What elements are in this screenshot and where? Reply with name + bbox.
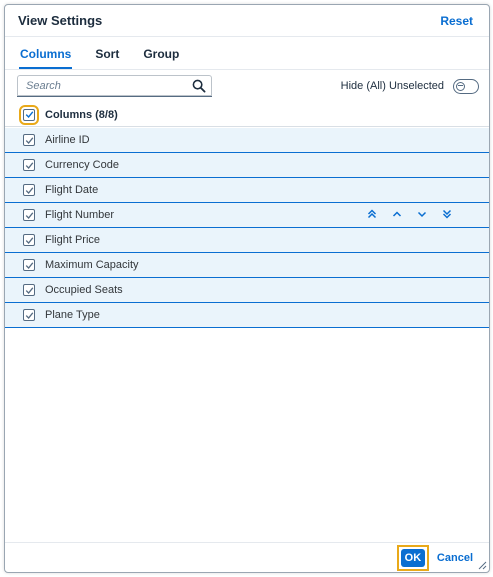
checkmark-icon xyxy=(25,261,33,269)
move-to-top-icon[interactable] xyxy=(366,208,378,220)
item-checkbox[interactable] xyxy=(23,134,35,146)
checkmark-icon xyxy=(25,286,33,294)
tab-group[interactable]: Group xyxy=(142,47,180,69)
item-label: Currency Code xyxy=(45,159,119,171)
list-item[interactable]: Currency Code xyxy=(5,153,489,178)
checkmark-icon xyxy=(25,161,33,169)
checkmark-icon xyxy=(25,186,33,194)
select-all-row[interactable]: Columns (8/8) xyxy=(5,103,489,127)
item-checkbox[interactable] xyxy=(23,209,35,221)
item-checkbox[interactable] xyxy=(23,234,35,246)
item-label: Flight Date xyxy=(45,184,99,196)
reset-button[interactable]: Reset xyxy=(440,14,473,28)
item-checkbox[interactable] xyxy=(23,259,35,271)
hide-unselected-label: Hide (All) Unselected xyxy=(340,80,444,92)
hide-unselected-switch[interactable] xyxy=(453,78,479,94)
list-item[interactable]: Flight Price xyxy=(5,228,489,253)
item-checkbox[interactable] xyxy=(23,184,35,196)
select-all-label: Columns (8/8) xyxy=(45,108,118,121)
item-label: Plane Type xyxy=(45,309,100,321)
switch-off-icon xyxy=(458,84,463,86)
move-to-bottom-icon[interactable] xyxy=(441,208,453,220)
select-all-checkbox[interactable] xyxy=(19,104,39,125)
checkmark-icon xyxy=(25,136,33,144)
hide-unselected-control: Hide (All) Unselected xyxy=(340,78,479,94)
ok-button-highlight: OK xyxy=(396,544,429,571)
item-checkbox[interactable] xyxy=(23,159,35,171)
item-label: Maximum Capacity xyxy=(45,259,139,271)
columns-toolbar: Hide (All) Unselected xyxy=(5,71,489,101)
resize-grip-icon[interactable] xyxy=(477,560,487,570)
search-icon[interactable] xyxy=(192,79,206,93)
dialog-header: View Settings Reset xyxy=(5,5,489,37)
move-up-icon[interactable] xyxy=(391,208,403,220)
item-checkbox[interactable] xyxy=(23,309,35,321)
checkmark-icon xyxy=(25,236,33,244)
switch-knob xyxy=(456,81,465,91)
reorder-buttons xyxy=(366,208,453,220)
move-down-icon[interactable] xyxy=(416,208,428,220)
checkmark-icon xyxy=(25,311,33,319)
tab-bar: Columns Sort Group xyxy=(5,38,489,70)
list-item[interactable]: Occupied Seats xyxy=(5,278,489,303)
cancel-button[interactable]: Cancel xyxy=(437,552,473,564)
ok-button[interactable]: OK xyxy=(400,548,425,567)
search-field xyxy=(17,75,212,97)
tab-sort[interactable]: Sort xyxy=(94,47,120,69)
list-item[interactable]: Airline ID xyxy=(5,128,489,153)
view-settings-dialog: View Settings Reset Columns Sort Group H… xyxy=(4,4,490,573)
list-item[interactable]: Maximum Capacity xyxy=(5,253,489,278)
list-item[interactable]: Flight Number xyxy=(5,203,489,228)
item-label: Flight Price xyxy=(45,234,101,246)
list-item[interactable]: Plane Type xyxy=(5,303,489,328)
item-label: Occupied Seats xyxy=(45,284,123,296)
item-label: Flight Number xyxy=(45,209,115,221)
columns-list: Airline ID Currency Code Flight Date Fli… xyxy=(5,128,489,328)
item-label: Airline ID xyxy=(45,134,90,146)
checkmark-icon xyxy=(25,111,33,119)
search-input[interactable] xyxy=(26,79,186,92)
list-item[interactable]: Flight Date xyxy=(5,178,489,203)
item-checkbox[interactable] xyxy=(23,284,35,296)
checkmark-icon xyxy=(25,211,33,219)
dialog-footer: OK Cancel xyxy=(5,542,489,572)
dialog-title: View Settings xyxy=(18,13,103,28)
tab-columns[interactable]: Columns xyxy=(19,47,73,69)
